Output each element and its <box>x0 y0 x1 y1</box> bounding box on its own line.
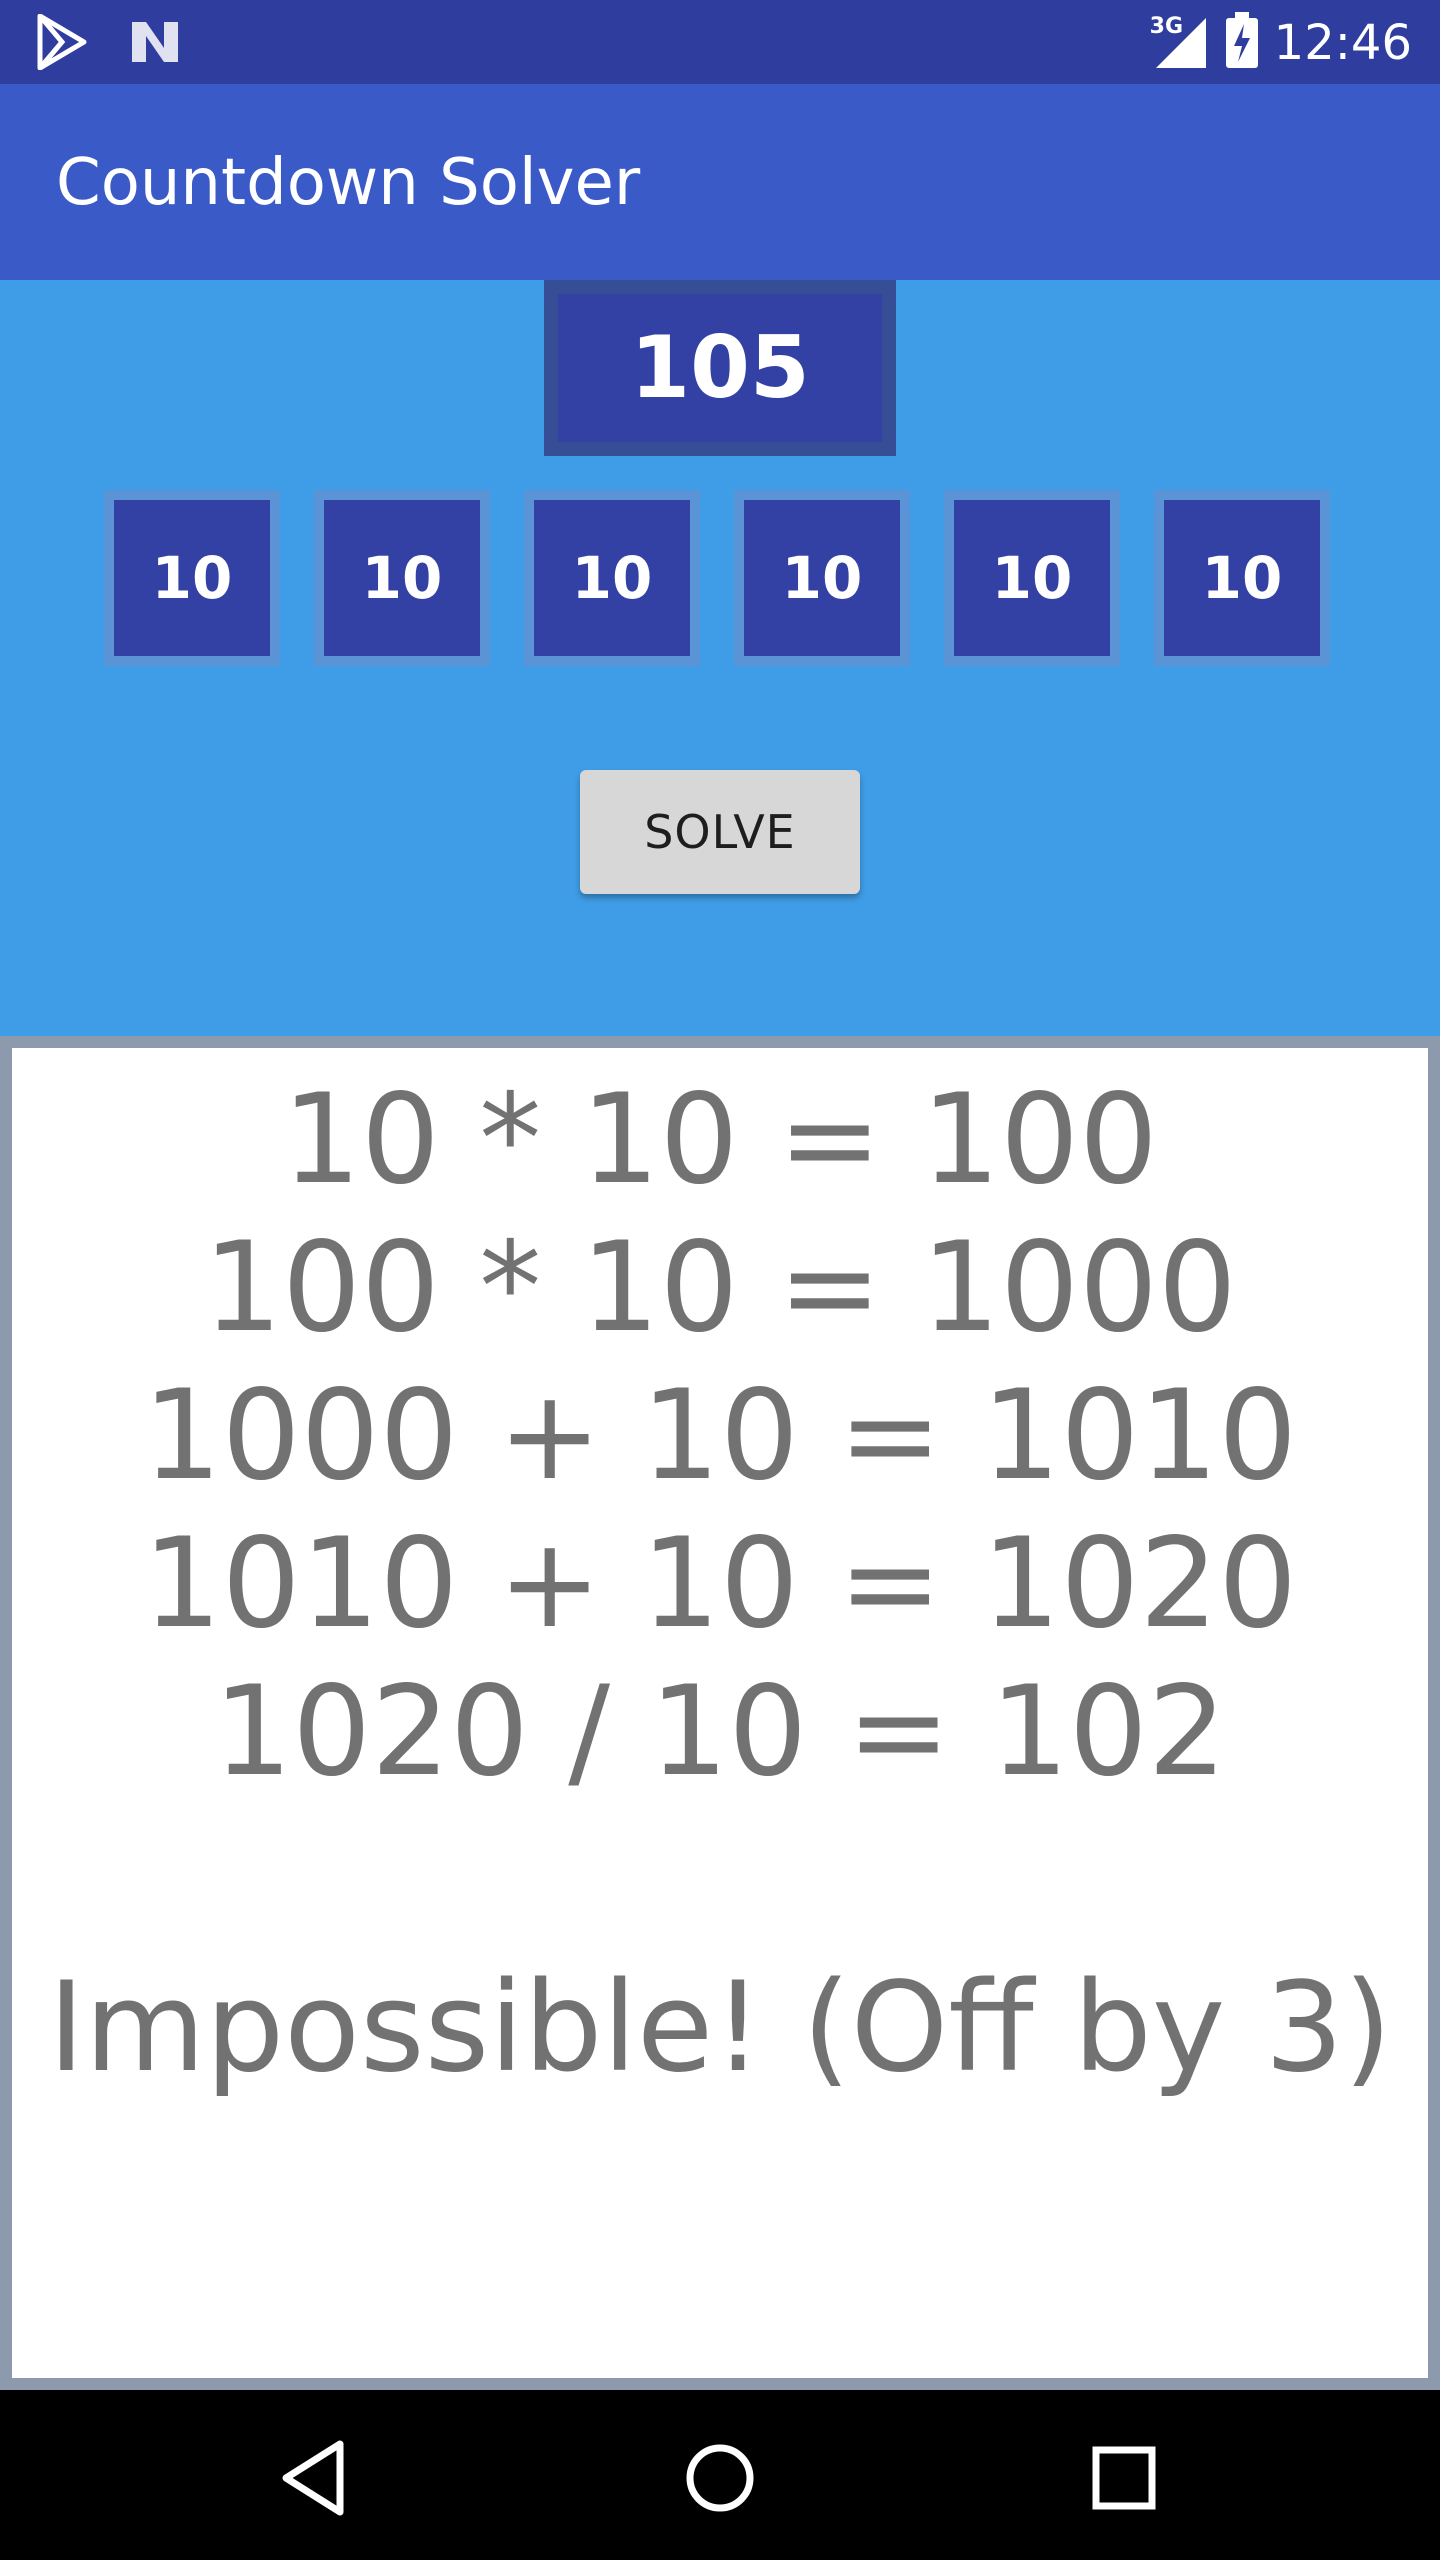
result-panel: 10 * 10 = 100 100 * 10 = 1000 1000 + 10 … <box>0 1036 1440 2390</box>
number-tile-5[interactable]: 10 <box>944 490 1120 666</box>
status-bar: 3G 12:46 <box>0 0 1440 84</box>
status-time: 12:46 <box>1273 14 1412 71</box>
input-panel: 105 10 10 10 10 10 10 SOLVE <box>0 280 1440 1036</box>
number-tile-1[interactable]: 10 <box>104 490 280 666</box>
number-tile-4[interactable]: 10 <box>734 490 910 666</box>
navigation-bar <box>0 2390 1440 2560</box>
solve-button[interactable]: SOLVE <box>580 770 860 894</box>
n-logo-icon <box>128 18 182 71</box>
recents-icon[interactable] <box>1076 2430 1172 2526</box>
play-store-icon <box>36 13 88 75</box>
signal-icon: 3G <box>1150 14 1210 72</box>
target-number-field[interactable]: 105 <box>544 280 896 456</box>
result-verdict: Impossible! (Off by 3) <box>48 1956 1392 2100</box>
number-tile-value: 10 <box>571 544 653 612</box>
solution-steps: 10 * 10 = 100 100 * 10 = 1000 1000 + 10 … <box>12 1066 1428 1806</box>
app-title: Countdown Solver <box>56 146 641 220</box>
number-tile-value: 10 <box>151 544 233 612</box>
solution-step: 1020 / 10 = 102 <box>213 1660 1227 1804</box>
home-icon[interactable] <box>672 2430 768 2526</box>
number-tile-value: 10 <box>781 544 863 612</box>
number-tile-6[interactable]: 10 <box>1154 490 1330 666</box>
number-tile-value: 10 <box>991 544 1073 612</box>
number-tile-value: 10 <box>1201 544 1283 612</box>
solution-step: 10 * 10 = 100 <box>282 1068 1158 1212</box>
status-notifications <box>36 13 182 75</box>
number-tile-value: 10 <box>361 544 443 612</box>
number-tile-3[interactable]: 10 <box>524 490 700 666</box>
back-icon[interactable] <box>268 2430 364 2526</box>
status-system: 3G 12:46 <box>1150 10 1412 75</box>
battery-charging-icon <box>1224 10 1260 75</box>
target-number-value: 105 <box>630 318 810 418</box>
solution-step: 100 * 10 = 1000 <box>203 1216 1237 1360</box>
app-bar: Countdown Solver <box>0 84 1440 280</box>
solution-step: 1010 + 10 = 1020 <box>142 1512 1298 1656</box>
solution-step: 1000 + 10 = 1010 <box>142 1364 1298 1508</box>
number-tile-2[interactable]: 10 <box>314 490 490 666</box>
